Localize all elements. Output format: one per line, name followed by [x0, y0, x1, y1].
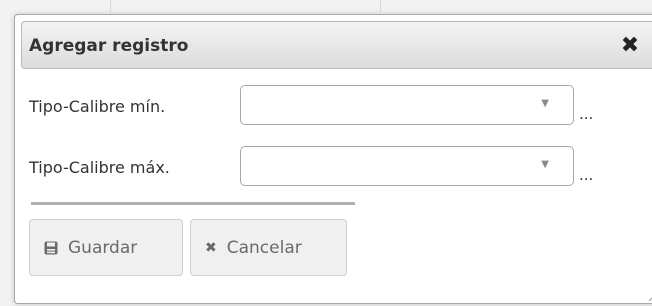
background-grid-line	[110, 0, 111, 12]
save-button[interactable]: Guardar	[29, 219, 183, 276]
dropdown-arrow-icon: ▼	[541, 98, 549, 109]
tipo-calibre-min-select[interactable]: ▼	[240, 85, 574, 125]
cancel-button-label: Cancelar	[226, 237, 302, 258]
close-icon[interactable]: ✖	[617, 31, 643, 59]
dialog-title: Agregar registro	[29, 36, 189, 56]
more-button-tipo-calibre-max[interactable]: ...	[579, 166, 593, 184]
more-button-tipo-calibre-min[interactable]: ...	[579, 105, 593, 123]
add-record-dialog: Agregar registro ✖ Tipo-Calibre mín. ▼ .…	[14, 14, 652, 304]
tipo-calibre-max-select[interactable]: ▼	[240, 146, 574, 186]
save-button-label: Guardar	[68, 237, 138, 258]
cancel-icon: ✖	[205, 239, 217, 256]
field-label-tipo-calibre-min: Tipo-Calibre mín.	[29, 97, 166, 116]
dialog-titlebar[interactable]: Agregar registro ✖	[21, 21, 652, 69]
save-icon	[44, 241, 58, 255]
dropdown-arrow-icon: ▼	[541, 159, 549, 170]
background-grid-line	[380, 0, 381, 12]
field-label-tipo-calibre-max: Tipo-Calibre máx.	[29, 158, 170, 177]
cancel-button[interactable]: ✖ Cancelar	[190, 219, 347, 276]
form-divider	[31, 202, 355, 205]
